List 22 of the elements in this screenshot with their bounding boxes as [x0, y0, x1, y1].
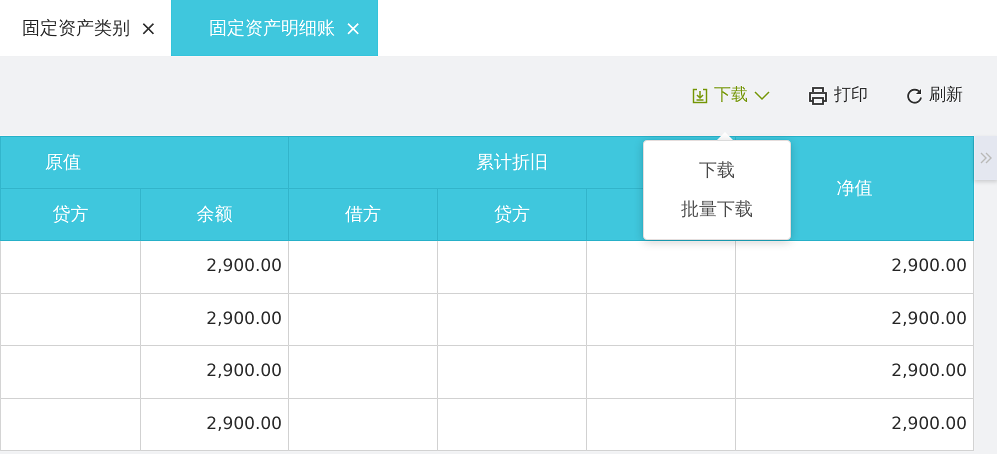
table-cell: 2,900.00 [140, 398, 288, 450]
tab-label: 固定资产明细账 [208, 16, 335, 40]
printer-icon [808, 87, 828, 105]
table-cell: 2,900.00 [140, 346, 288, 398]
expand-button[interactable] [974, 136, 997, 180]
table-cell: 2,900.00 [736, 398, 974, 450]
refresh-icon [906, 88, 923, 104]
download-icon [692, 88, 708, 104]
close-icon[interactable]: × [140, 13, 157, 43]
column-header: 贷方 [0, 188, 140, 240]
refresh-button[interactable]: 刷新 [906, 83, 963, 109]
table-cell: 2,900.00 [140, 293, 288, 346]
column-header: 余额 [140, 188, 288, 240]
tab-label: 固定资产类别 [22, 16, 130, 40]
column-header: 借方 [288, 188, 438, 240]
print-button[interactable]: 打印 [808, 83, 868, 109]
table-cell: 2,900.00 [140, 240, 288, 293]
table-cell: 2,900.00 [736, 293, 974, 346]
column-header: 原值 [0, 136, 288, 188]
double-chevron-icon [979, 151, 993, 165]
column-header: 贷方 [438, 188, 586, 240]
table-cell: 2,900.00 [736, 346, 974, 398]
